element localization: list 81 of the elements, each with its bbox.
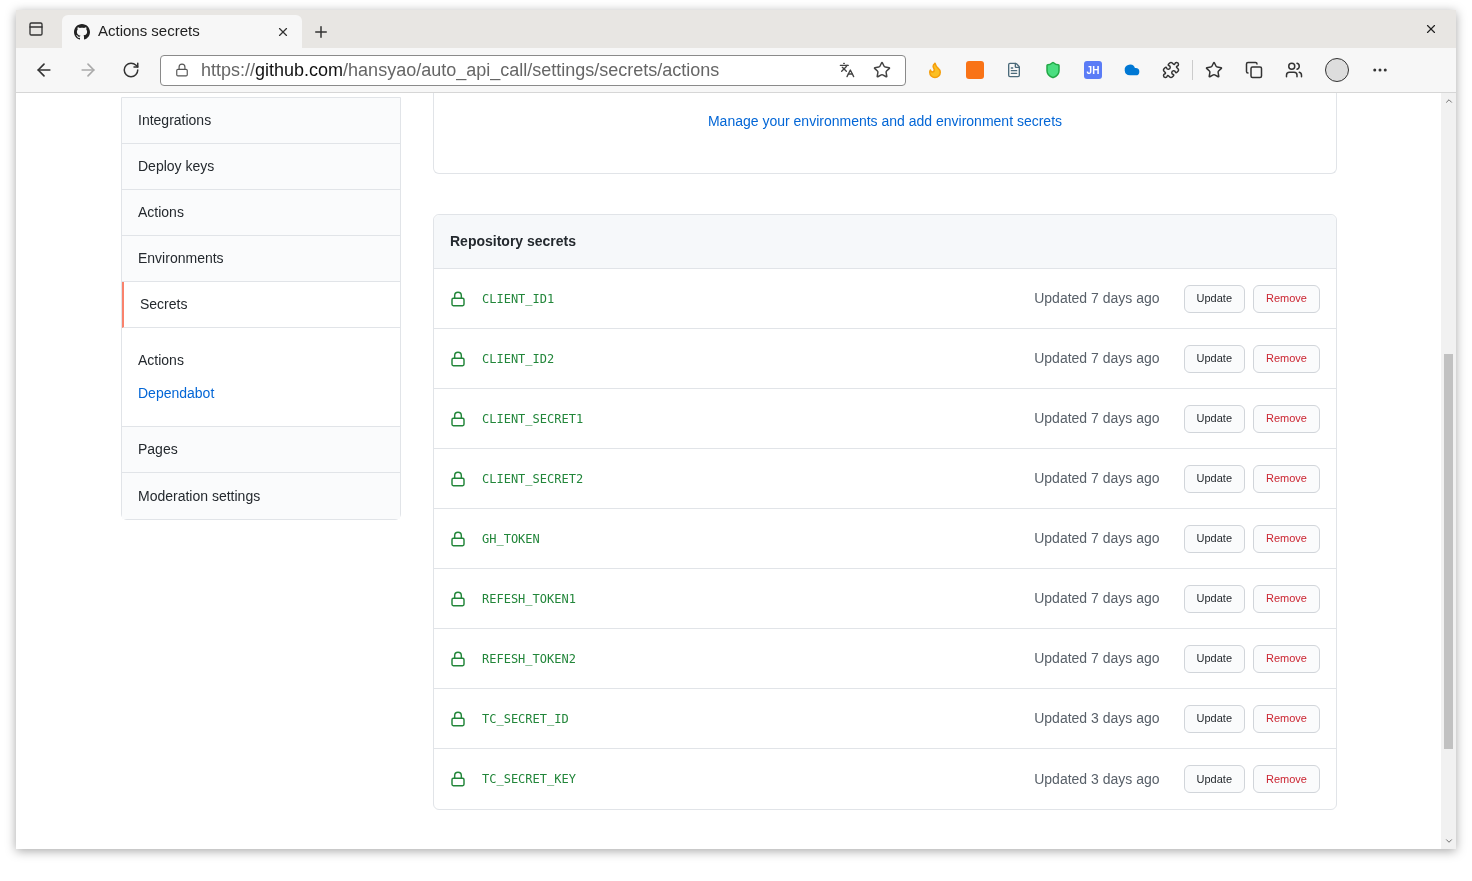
scrollbar[interactable] — [1441, 93, 1456, 849]
updated-time: Updated 7 days ago — [1034, 649, 1160, 668]
shield-icon[interactable] — [1044, 61, 1062, 79]
extension-badge[interactable]: JH — [1084, 61, 1102, 79]
remove-button[interactable]: Remove — [1253, 704, 1320, 733]
lock-icon — [450, 590, 466, 607]
lock-icon — [450, 470, 466, 487]
cloud-icon[interactable] — [1124, 62, 1140, 78]
remove-button[interactable]: Remove — [1253, 524, 1320, 553]
scroll-up-icon[interactable] — [1443, 96, 1454, 106]
profile-avatar[interactable] — [1325, 58, 1349, 82]
favorites-icon[interactable] — [1205, 61, 1223, 79]
tab-actions-icon[interactable] — [28, 21, 44, 37]
close-window-icon[interactable] — [1424, 22, 1438, 36]
browser-tab[interactable]: Actions secrets — [62, 15, 302, 48]
lock-icon — [450, 410, 466, 427]
lock-icon — [450, 650, 466, 667]
new-tab-icon[interactable] — [312, 23, 330, 41]
update-button[interactable]: Update — [1183, 524, 1246, 553]
update-button[interactable]: Update — [1183, 704, 1246, 733]
secret-name: CLIENT_SECRET2 — [482, 470, 584, 488]
sidebar-subitem[interactable]: Actions — [138, 350, 384, 371]
remove-button[interactable]: Remove — [1253, 644, 1320, 673]
scrollbar-thumb[interactable] — [1444, 354, 1453, 749]
update-button[interactable]: Update — [1183, 464, 1246, 493]
address-bar[interactable]: https://github.com/hansyao/auto_api_call/settings/secrets/actions — [160, 54, 906, 86]
update-button[interactable]: Update — [1183, 584, 1246, 613]
remove-button[interactable]: Remove — [1253, 464, 1320, 493]
updated-time: Updated 7 days ago — [1034, 469, 1160, 488]
secret-name: REFESH_TOKEN2 — [482, 650, 576, 668]
sidebar-item[interactable]: Secrets — [122, 282, 400, 328]
updated-time: Updated 3 days ago — [1034, 709, 1160, 728]
updated-time: Updated 7 days ago — [1034, 589, 1160, 608]
sidebar-subitem[interactable]: Dependabot — [138, 383, 384, 404]
remove-button[interactable]: Remove — [1253, 344, 1320, 373]
secret-name: TC_SECRET_ID — [482, 710, 569, 728]
scroll-down-icon[interactable] — [1443, 836, 1454, 846]
extensions-icon[interactable] — [1162, 61, 1180, 79]
updated-time: Updated 3 days ago — [1034, 769, 1160, 789]
update-button[interactable]: Update — [1183, 344, 1246, 373]
sidebar-item[interactable]: Actions — [122, 190, 400, 236]
secret-name: CLIENT_ID2 — [482, 350, 555, 368]
remove-button[interactable]: Remove — [1253, 404, 1320, 433]
updated-time: Updated 7 days ago — [1034, 409, 1160, 428]
environments-link[interactable]: Manage your environments and add environment secrets — [707, 111, 1063, 129]
secret-name: CLIENT_ID1 — [482, 290, 555, 308]
lock-icon — [175, 63, 189, 77]
update-button[interactable]: Update — [1183, 284, 1246, 313]
translate-icon[interactable] — [839, 62, 855, 78]
updated-time: Updated 7 days ago — [1034, 349, 1160, 368]
sidebar-item[interactable]: Deploy keys — [122, 144, 400, 190]
url-text: https://github.com/hansyao/auto_api_call/settings/secrets/actions — [201, 58, 721, 83]
remove-button[interactable]: Remove — [1253, 284, 1320, 313]
update-button[interactable]: Update — [1183, 765, 1246, 793]
reload-icon[interactable] — [122, 61, 140, 79]
lock-icon — [450, 771, 466, 787]
update-button[interactable]: Update — [1183, 644, 1246, 673]
lock-icon — [450, 290, 466, 307]
favorite-icon[interactable] — [873, 61, 891, 79]
secret-name: REFESH_TOKEN1 — [482, 590, 576, 608]
tab-title: Actions secrets — [98, 21, 201, 42]
sidebar-item[interactable]: Pages — [122, 427, 400, 473]
collections-icon[interactable] — [1245, 61, 1263, 79]
sidebar-item[interactable]: Moderation settings — [122, 473, 400, 519]
panel-title: Repository secrets — [450, 232, 577, 251]
sidebar-item[interactable]: Environments — [122, 236, 400, 282]
secret-name: CLIENT_SECRET1 — [482, 410, 584, 428]
lock-icon — [450, 350, 466, 367]
lock-icon — [450, 710, 466, 727]
people-icon[interactable] — [1285, 61, 1303, 79]
secret-name: GH_TOKEN — [482, 530, 540, 548]
sidebar-item[interactable]: Integrations — [122, 98, 400, 144]
update-button[interactable]: Update — [1183, 404, 1246, 433]
github-logo-icon — [74, 23, 90, 40]
updated-time: Updated 7 days ago — [1034, 289, 1160, 308]
lock-icon — [450, 530, 466, 547]
updated-time: Updated 7 days ago — [1034, 529, 1160, 548]
secret-name: TC_SECRET_KEY — [482, 771, 576, 788]
remove-button[interactable]: Remove — [1253, 584, 1320, 613]
document-icon[interactable] — [1006, 62, 1022, 78]
remove-button[interactable]: Remove — [1253, 765, 1320, 793]
